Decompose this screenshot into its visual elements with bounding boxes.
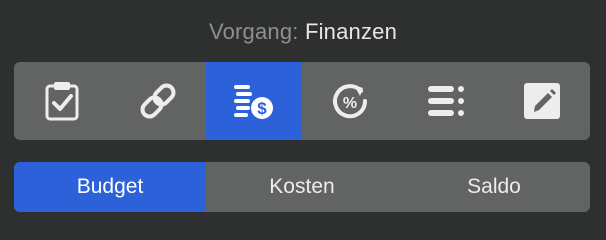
coins-dollar-icon: $ [234,85,273,119]
percent-refresh-icon: % [333,84,368,119]
segment-budget[interactable]: Budget [14,162,206,212]
edit-icon [524,83,560,119]
section-toolbar: $ % [14,62,590,140]
svg-text:%: % [343,95,357,112]
list-icon [428,86,464,116]
title-value: Finanzen [304,19,398,44]
view-segmented-control: Budget Kosten Saldo [14,162,590,212]
segment-saldo[interactable]: Saldo [398,162,590,212]
page-title: Vorgang: Finanzen [0,17,606,47]
tool-button-progress[interactable]: % [302,62,398,140]
tool-button-list[interactable] [398,62,494,140]
tool-button-edit[interactable] [494,62,590,140]
segment-kosten[interactable]: Kosten [206,162,398,212]
tool-button-finances[interactable]: $ [206,62,302,140]
tool-button-checklist[interactable] [14,62,110,140]
link-icon [140,83,176,119]
title-prefix: Vorgang: [208,19,299,44]
clipboard-check-icon [45,82,79,121]
tool-button-link[interactable] [110,62,206,140]
svg-text:$: $ [257,99,267,118]
